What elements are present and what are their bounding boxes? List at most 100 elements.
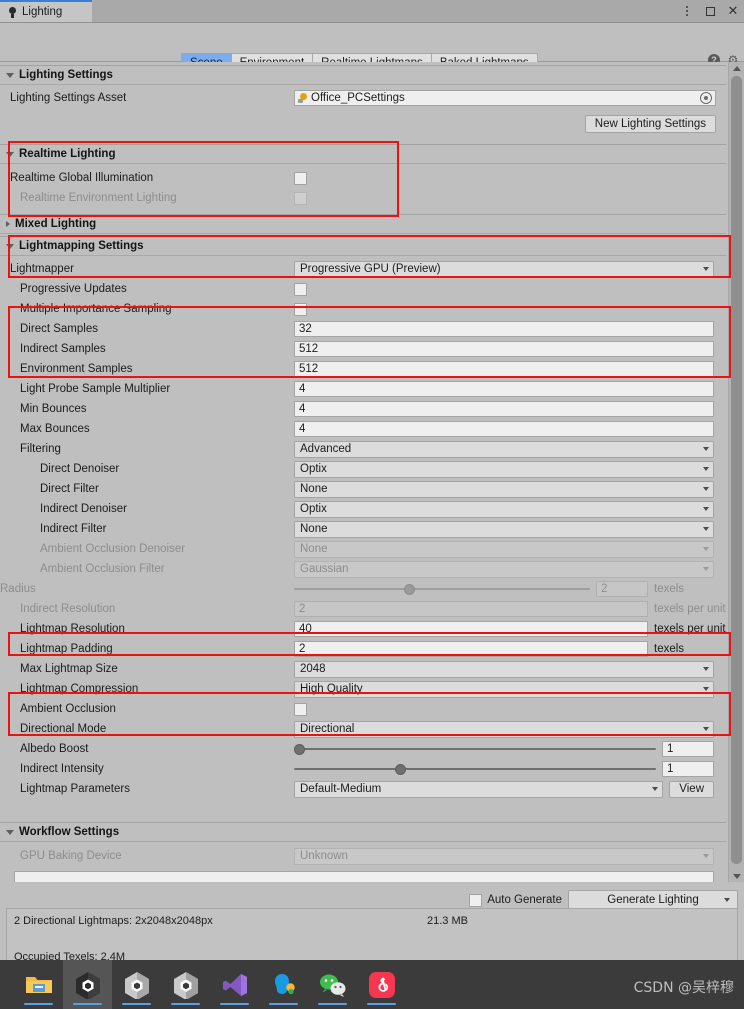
dropdown-value: None — [300, 483, 328, 495]
lightmap-compression-dropdown[interactable]: High Quality — [294, 680, 714, 698]
section-title: Lighting Settings — [19, 69, 113, 81]
row-min-bounces: Min Bounces 4 — [0, 399, 726, 419]
window-tab-lighting[interactable]: Lighting — [0, 0, 92, 22]
directional-mode-dropdown[interactable]: Directional — [294, 720, 714, 738]
netease-music-icon[interactable] — [357, 960, 406, 1009]
dropdown-value: Optix — [300, 463, 327, 475]
auto-generate-checkbox[interactable] — [469, 893, 483, 907]
chevron-down-icon — [703, 687, 709, 691]
max-bounces-input[interactable]: 4 — [294, 421, 714, 437]
unit-label: texels — [654, 583, 685, 595]
lighting-settings-asset-field[interactable]: Office_PCSettings — [294, 90, 716, 106]
environment-samples-input[interactable]: 512 — [294, 361, 714, 377]
albedo-boost-slider[interactable] — [294, 742, 656, 756]
row-label: Max Lightmap Size — [20, 663, 118, 675]
indirect-intensity-slider[interactable] — [294, 762, 656, 776]
unity-icon[interactable] — [161, 960, 210, 1009]
ambient-occlusion-checkbox[interactable] — [294, 702, 307, 716]
row-label: Indirect Resolution — [20, 603, 116, 615]
unit-label: texels — [654, 643, 685, 655]
visual-studio-icon[interactable] — [210, 960, 259, 1009]
dropdown-value: Unknown — [300, 850, 348, 862]
row-direct-samples: Direct Samples 32 — [0, 319, 726, 339]
generate-lighting-button[interactable]: Generate Lighting — [568, 890, 738, 910]
windows-taskbar: CSDN @吴梓穆 — [0, 960, 744, 1009]
indirect-filter-dropdown[interactable]: None — [294, 520, 714, 538]
taskbar-items — [14, 960, 406, 1009]
lightmap-padding-input[interactable]: 2 — [294, 641, 648, 657]
vertical-scrollbar[interactable] — [728, 62, 744, 882]
row-label: Realtime Global Illumination — [10, 172, 154, 184]
file-explorer-icon[interactable] — [14, 960, 63, 1009]
maximize-icon[interactable] — [703, 4, 717, 18]
unity-editor-icon[interactable] — [63, 960, 112, 1009]
wechat-icon[interactable] — [308, 960, 357, 1009]
row-ambient-occlusion-filter: Ambient Occlusion Filter Gaussian — [0, 559, 726, 579]
row-indirect-resolution: Indirect Resolution 2 texels per unit — [0, 599, 726, 619]
direct-filter-dropdown[interactable]: None — [294, 480, 714, 498]
albedo-boost-input[interactable]: 1 — [662, 741, 714, 757]
row-max-lightmap-size: Max Lightmap Size 2048 — [0, 659, 726, 679]
slider-knob[interactable] — [395, 763, 407, 775]
unit-label: texels per unit — [654, 623, 726, 635]
filtering-dropdown[interactable]: Advanced — [294, 440, 714, 458]
close-icon[interactable]: ✕ — [726, 4, 740, 18]
scroll-up-icon[interactable] — [729, 62, 744, 74]
dropdown-value: Gaussian — [300, 563, 349, 575]
indirect-intensity-input[interactable]: 1 — [662, 761, 714, 777]
row-max-bounces: Max Bounces 4 — [0, 419, 726, 439]
stats-region: 2 Directional Lightmaps: 2x2048x2048px 2… — [0, 908, 744, 960]
min-bounces-input[interactable]: 4 — [294, 401, 714, 417]
section-title: Realtime Lighting — [19, 148, 116, 160]
indirect-samples-input[interactable]: 512 — [294, 341, 714, 357]
row-label: Realtime Environment Lighting — [20, 192, 177, 204]
partial-field[interactable] — [14, 871, 714, 882]
unity-hub-icon[interactable] — [112, 960, 161, 1009]
row-radius: Radius 2 texels — [0, 579, 726, 599]
section-lighting-settings[interactable]: Lighting Settings — [0, 65, 726, 85]
scrollbar-thumb[interactable] — [731, 76, 742, 864]
slider-knob[interactable] — [294, 743, 305, 755]
view-lightmap-parameters-button[interactable]: View — [669, 780, 714, 798]
row-lightmap-compression: Lightmap Compression High Quality — [0, 679, 726, 699]
scroll-down-icon[interactable] — [729, 870, 744, 882]
chevron-down-icon — [6, 72, 14, 78]
direct-samples-input[interactable]: 32 — [294, 321, 714, 337]
new-lighting-settings-button[interactable]: New Lighting Settings — [584, 115, 716, 133]
chevron-down-icon — [703, 667, 709, 671]
object-picker-icon[interactable] — [700, 92, 712, 104]
section-title: Workflow Settings — [19, 826, 120, 838]
dropdown-value: Advanced — [300, 443, 352, 455]
progressive-updates-checkbox[interactable] — [294, 282, 307, 296]
section-workflow-settings[interactable]: Workflow Settings — [0, 822, 726, 842]
kebab-menu-icon[interactable] — [680, 4, 694, 18]
row-label: Ambient Occlusion Filter — [40, 563, 165, 575]
max-lightmap-size-dropdown[interactable]: 2048 — [294, 660, 714, 678]
section-realtime-lighting[interactable]: Realtime Lighting — [0, 144, 726, 164]
light-probe-sample-multiplier-input[interactable]: 4 — [294, 381, 714, 397]
dropdown-value: None — [300, 523, 328, 535]
lightmap-parameters-dropdown[interactable]: Default-Medium — [294, 780, 664, 798]
lightmapper-dropdown[interactable]: Progressive GPU (Preview) — [294, 260, 714, 278]
section-mixed-lighting[interactable]: Mixed Lighting — [0, 214, 726, 234]
row-label: Directional Mode — [20, 723, 107, 735]
row-ambient-occlusion: Ambient Occlusion — [0, 699, 726, 719]
lightbulb-icon — [8, 6, 17, 18]
indirect-denoiser-dropdown[interactable]: Optix — [294, 500, 714, 518]
row-lightmapper: Lightmapper Progressive GPU (Preview) — [0, 259, 726, 279]
row-label: Environment Samples — [20, 363, 133, 375]
realtime-gi-checkbox[interactable] — [294, 171, 307, 185]
qq-icon[interactable] — [259, 960, 308, 1009]
direct-denoiser-dropdown[interactable]: Optix — [294, 460, 714, 478]
row-partial — [0, 868, 726, 882]
asset-value: Office_PCSettings — [311, 92, 405, 104]
row-label: Indirect Samples — [20, 343, 106, 355]
dropdown-value: Progressive GPU (Preview) — [300, 263, 441, 275]
section-lightmapping-settings[interactable]: Lightmapping Settings — [0, 236, 726, 256]
chevron-down-icon — [703, 527, 709, 531]
row-label: Lightmapper — [10, 263, 74, 275]
lightmap-resolution-input[interactable]: 40 — [294, 621, 648, 637]
chevron-down-icon[interactable] — [724, 898, 730, 902]
row-lighting-settings-asset: Lighting Settings Asset Office_PCSetting… — [0, 88, 726, 108]
multiple-importance-sampling-checkbox[interactable] — [294, 302, 307, 316]
